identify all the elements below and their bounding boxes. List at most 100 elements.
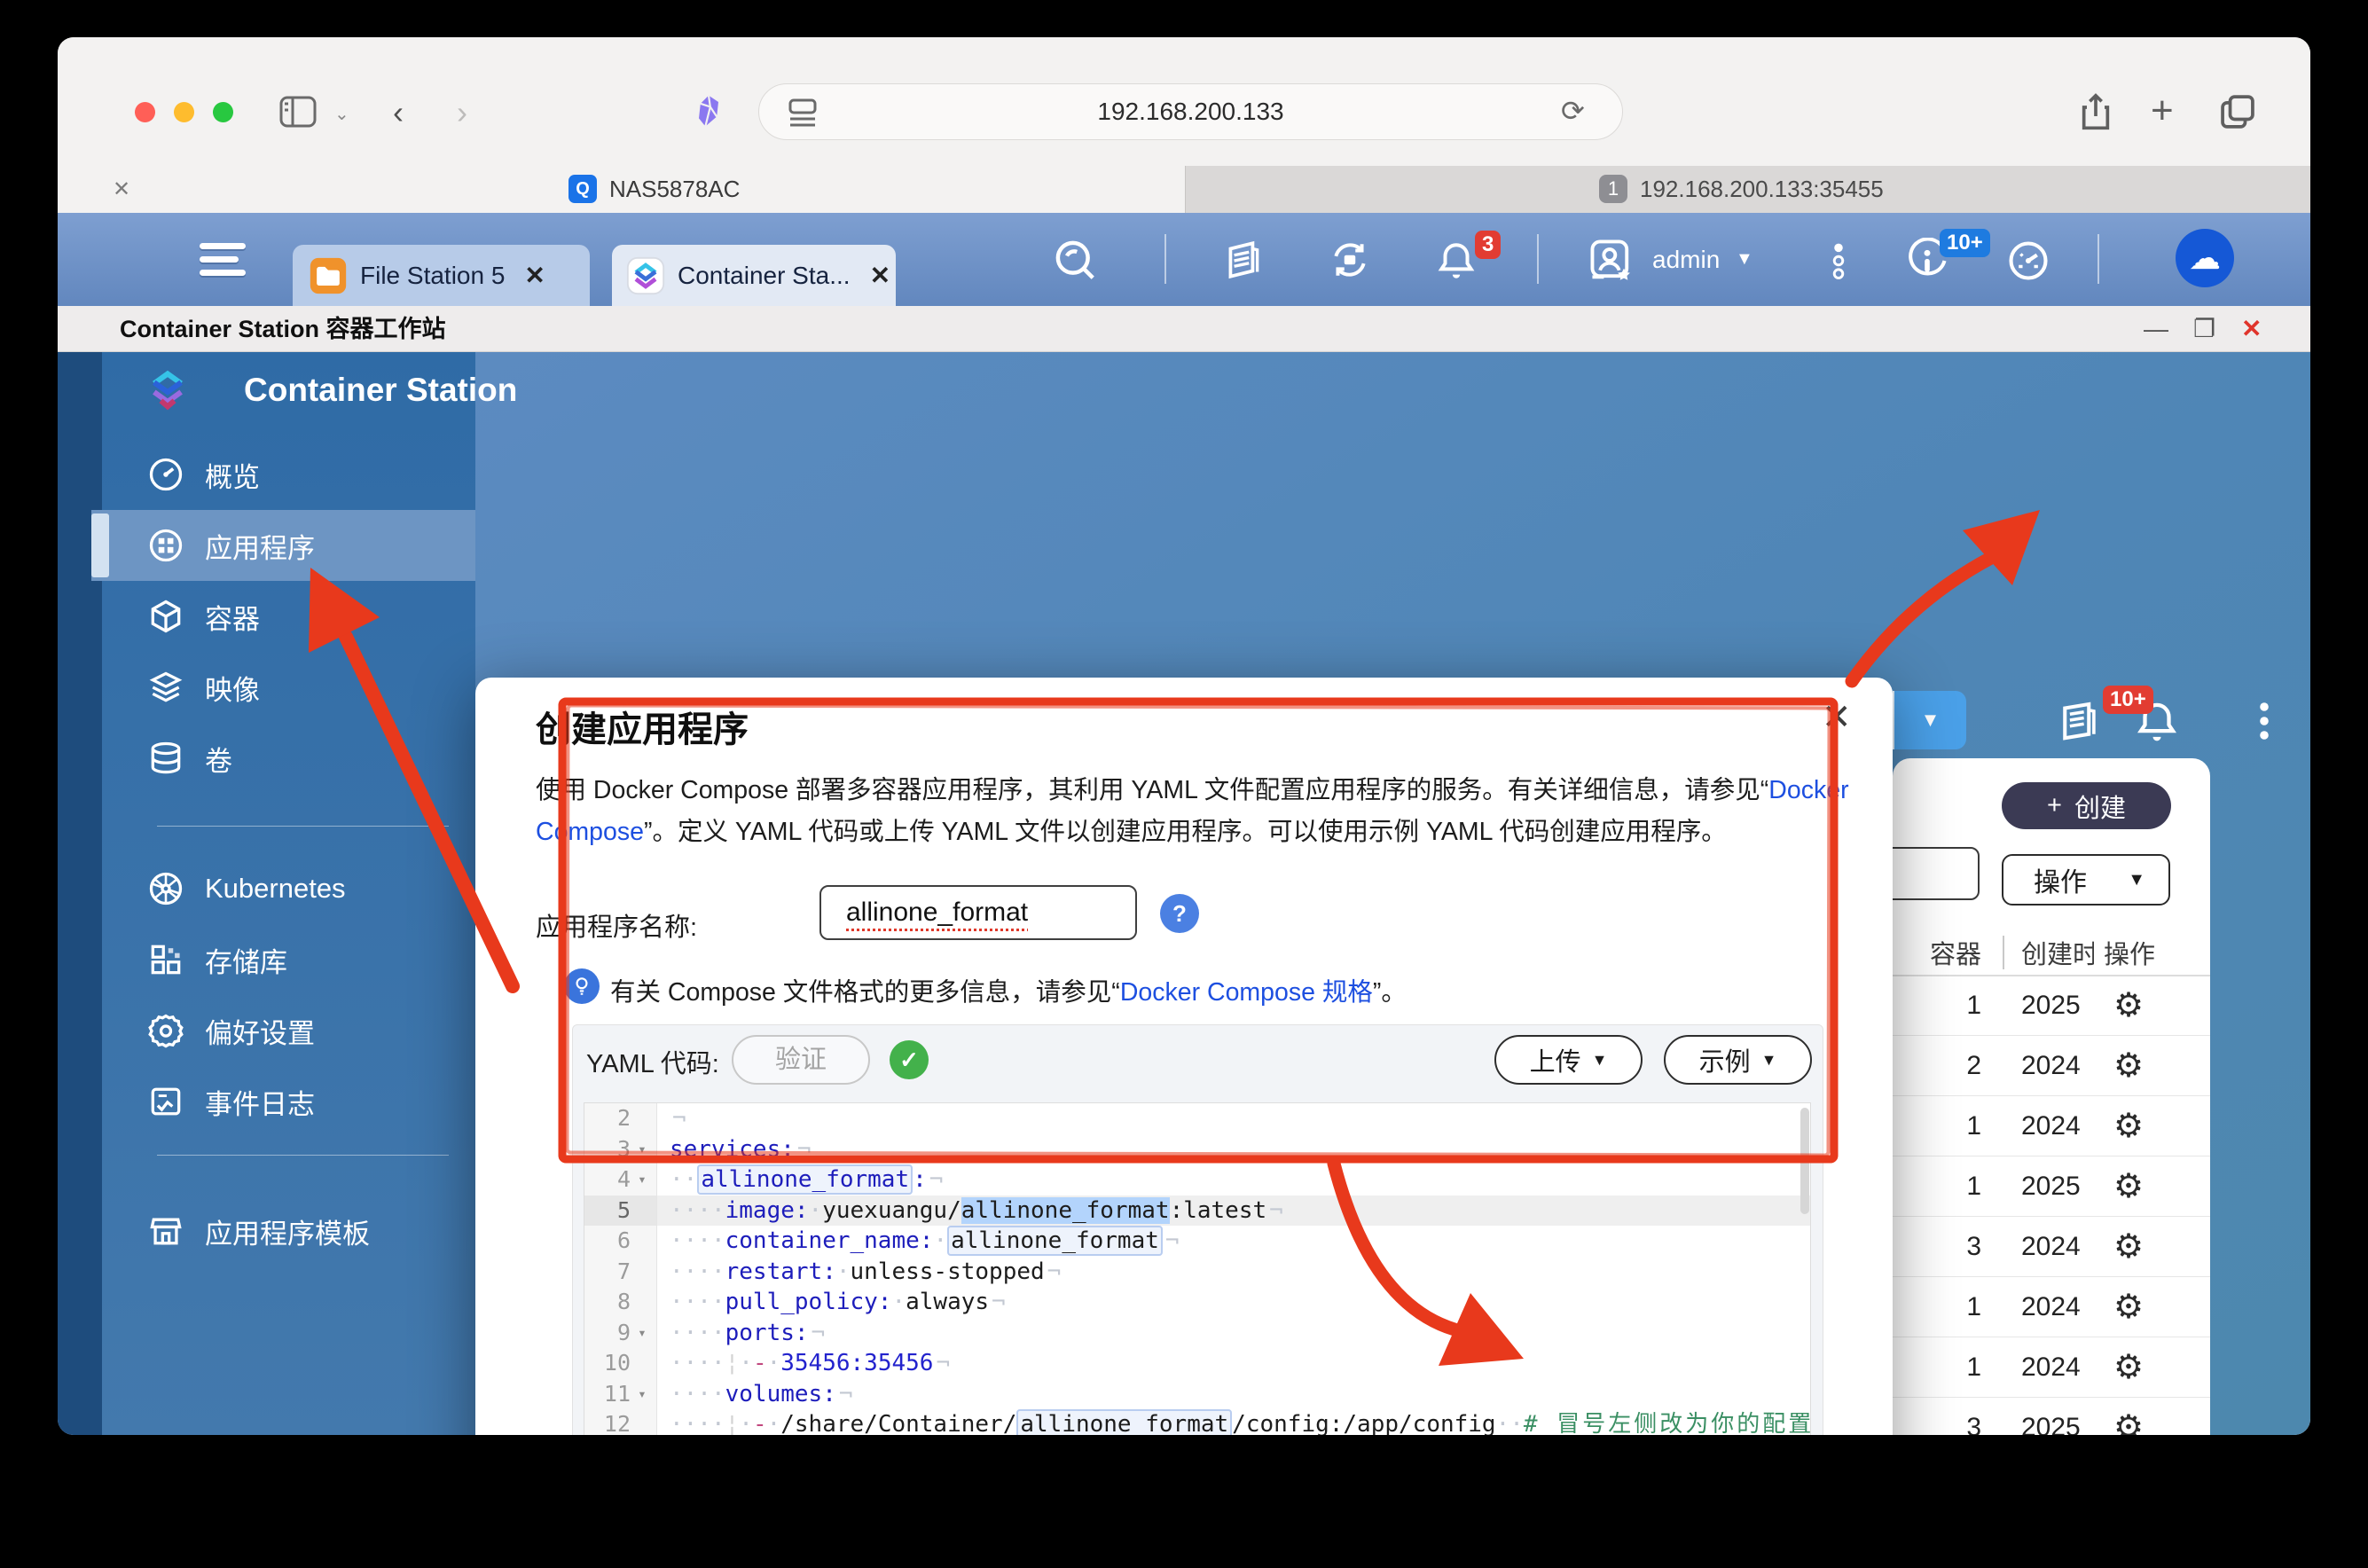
search-input-fragment[interactable]: [1893, 847, 1980, 900]
action-dropdown[interactable]: 操作 ▼: [2002, 854, 2170, 906]
minimize-window-button[interactable]: [174, 102, 194, 122]
row-actions-gear-icon[interactable]: ⚙: [2105, 976, 2152, 1036]
sidebar-item-label: 应用程序模板: [205, 1218, 370, 1250]
editor-line[interactable]: 6 ····container_name:· allinone_format ¬: [584, 1226, 1810, 1257]
docker-compose-spec-link[interactable]: Docker Compose 规格: [1120, 978, 1373, 1007]
close-icon[interactable]: ✕: [2241, 306, 2262, 352]
row-actions-gear-icon[interactable]: ⚙: [2105, 1036, 2152, 1096]
close-icon[interactable]: ✕: [1822, 697, 1852, 738]
sidebar-item-registry[interactable]: 存储库: [91, 924, 475, 995]
table-row[interactable]: 1 2025 ⚙: [1893, 976, 2210, 1036]
editor-line[interactable]: 3 ▾ services: ¬: [584, 1133, 1810, 1165]
fold-arrow-icon[interactable]: [631, 1348, 654, 1379]
editor-line[interactable]: 10 ····¦·-·35456:35456 ¬: [584, 1348, 1810, 1379]
table-row[interactable]: 1 2024 ⚙: [1893, 1277, 2210, 1337]
editor-line[interactable]: 8 ····pull_policy:·always ¬: [584, 1287, 1810, 1318]
row-actions-gear-icon[interactable]: ⚙: [2105, 1096, 2152, 1156]
app-kebab-icon[interactable]: [2246, 700, 2282, 742]
row-actions-gear-icon[interactable]: ⚙: [2105, 1217, 2152, 1277]
fold-arrow-icon[interactable]: ▾: [631, 1318, 654, 1349]
app-logs-icon[interactable]: [2055, 696, 2103, 744]
sidebar-item-event-log[interactable]: 事件日志: [91, 1066, 475, 1137]
zoom-window-button[interactable]: [213, 102, 233, 122]
browser-tab-inactive[interactable]: 1 192.168.200.133:35455: [1186, 166, 2310, 213]
view-dropdown-fragment[interactable]: ▼: [1893, 691, 1966, 749]
close-tab-icon[interactable]: ✕: [870, 261, 890, 290]
fold-arrow-icon[interactable]: [631, 1409, 654, 1435]
back-icon[interactable]: ‹: [393, 94, 404, 131]
sidebar-item-containers[interactable]: 容器: [91, 581, 475, 652]
editor-line[interactable]: 12 ····¦·-·/share/Container/allinone_form…: [584, 1409, 1810, 1435]
sidebar-item-images[interactable]: 映像: [91, 652, 475, 723]
fold-arrow-icon[interactable]: [631, 1196, 654, 1227]
table-row[interactable]: 1 2024 ⚙: [1893, 1096, 2210, 1156]
main-menu-icon[interactable]: [200, 243, 246, 276]
myqnapcloud-icon[interactable]: ☁: [2176, 229, 2234, 287]
validate-button[interactable]: 验证: [732, 1035, 870, 1085]
admin-username[interactable]: admin: [1652, 213, 1720, 306]
sidebar-item-applications[interactable]: 应用程序: [91, 510, 475, 581]
dashboard-icon[interactable]: [2005, 238, 2051, 284]
fold-arrow-icon[interactable]: [631, 1257, 654, 1288]
yaml-code-editor[interactable]: 2 ¬ 3 ▾ services: ¬ 4 ▾ ·· allinone_format: ¬ 5 ····…: [584, 1102, 1811, 1435]
close-tab-icon[interactable]: ✕: [524, 261, 545, 290]
row-actions-gear-icon[interactable]: ⚙: [2105, 1337, 2152, 1398]
background-tasks-icon[interactable]: [1221, 238, 1266, 282]
sidebar-item-app-templates[interactable]: 应用程序模板: [91, 1196, 475, 1266]
chevron-down-icon[interactable]: ▼: [1736, 213, 1753, 306]
sync-icon[interactable]: [1328, 238, 1372, 282]
column-header-actions[interactable]: 操作: [2104, 934, 2155, 971]
row-actions-gear-icon[interactable]: ⚙: [2105, 1398, 2152, 1435]
table-row[interactable]: 1 2024 ⚙: [1893, 1337, 2210, 1398]
editor-gutter: 4 ▾: [584, 1164, 657, 1196]
qts-tab-container-station[interactable]: Container Sta... ✕: [612, 245, 896, 306]
sidebar-item-volumes[interactable]: 卷: [91, 723, 475, 794]
notifications-bell-icon[interactable]: [1434, 239, 1478, 284]
table-row[interactable]: 2 2024 ⚙: [1893, 1036, 2210, 1096]
sidebar-item-preferences[interactable]: 偏好设置: [91, 995, 475, 1066]
editor-line[interactable]: 11 ▾ ····volumes: ¬: [584, 1378, 1810, 1410]
column-header-containers[interactable]: 容器: [1893, 934, 1981, 971]
qts-tab-file-station[interactable]: File Station 5 ✕: [293, 245, 590, 306]
upload-dropdown-button[interactable]: 上传 ▼: [1494, 1035, 1643, 1085]
search-icon[interactable]: [1051, 236, 1099, 284]
help-icon[interactable]: ?: [1160, 894, 1199, 933]
restore-icon[interactable]: ❐: [2193, 306, 2215, 352]
editor-line[interactable]: 9 ▾ ····ports: ¬: [584, 1317, 1810, 1349]
user-avatar-icon[interactable]: [1587, 236, 1636, 286]
table-row[interactable]: 3 2024 ⚙: [1893, 1217, 2210, 1277]
close-tab-icon[interactable]: ✕: [113, 166, 130, 213]
sidebar-item-overview[interactable]: 概览: [91, 439, 475, 510]
editor-line[interactable]: 5 ····image:·yuexuangu/allinone_format:la…: [584, 1195, 1810, 1227]
chevron-down-icon[interactable]: ⌄: [334, 103, 349, 125]
row-actions-gear-icon[interactable]: ⚙: [2105, 1277, 2152, 1337]
fold-arrow-icon[interactable]: [631, 1226, 654, 1257]
fold-arrow-icon[interactable]: ▾: [631, 1164, 654, 1196]
sidebar-item-kubernetes[interactable]: Kubernetes: [91, 853, 475, 924]
browser-tab-active[interactable]: ✕ Q NAS5878AC: [58, 166, 1186, 213]
fold-arrow-icon[interactable]: ▾: [631, 1134, 654, 1165]
fold-arrow-icon[interactable]: [631, 1103, 654, 1134]
new-tab-icon[interactable]: +: [2151, 89, 2174, 133]
sidebar-toggle-icon[interactable]: [279, 96, 317, 128]
table-row[interactable]: 1 2025 ⚙: [1893, 1156, 2210, 1217]
editor-line[interactable]: 4 ▾ ·· allinone_format: ¬: [584, 1164, 1810, 1196]
editor-line[interactable]: 7 ····restart:·unless-stopped ¬: [584, 1256, 1810, 1288]
create-application-button[interactable]: + 创建: [2002, 782, 2171, 829]
table-row[interactable]: 3 2025 ⚙: [1893, 1398, 2210, 1435]
forward-icon[interactable]: ›: [457, 94, 467, 131]
row-actions-gear-icon[interactable]: ⚙: [2105, 1156, 2152, 1217]
column-header-created[interactable]: 创建时: [2021, 934, 2094, 971]
close-window-button[interactable]: [135, 102, 155, 122]
editor-vertical-scrollbar[interactable]: [1800, 1108, 1809, 1214]
fold-arrow-icon[interactable]: ▾: [631, 1379, 654, 1410]
more-options-kebab-icon[interactable]: [1821, 241, 1856, 280]
editor-line[interactable]: 2 ¬: [584, 1103, 1810, 1134]
minimize-icon[interactable]: —: [2144, 306, 2168, 352]
show-tabs-icon[interactable]: [2218, 92, 2257, 131]
share-icon[interactable]: [2078, 92, 2113, 131]
extension-icon[interactable]: [689, 92, 728, 131]
sample-dropdown-button[interactable]: 示例 ▼: [1664, 1035, 1812, 1085]
reload-icon[interactable]: ⟳: [1561, 94, 1585, 128]
fold-arrow-icon[interactable]: [631, 1287, 654, 1318]
